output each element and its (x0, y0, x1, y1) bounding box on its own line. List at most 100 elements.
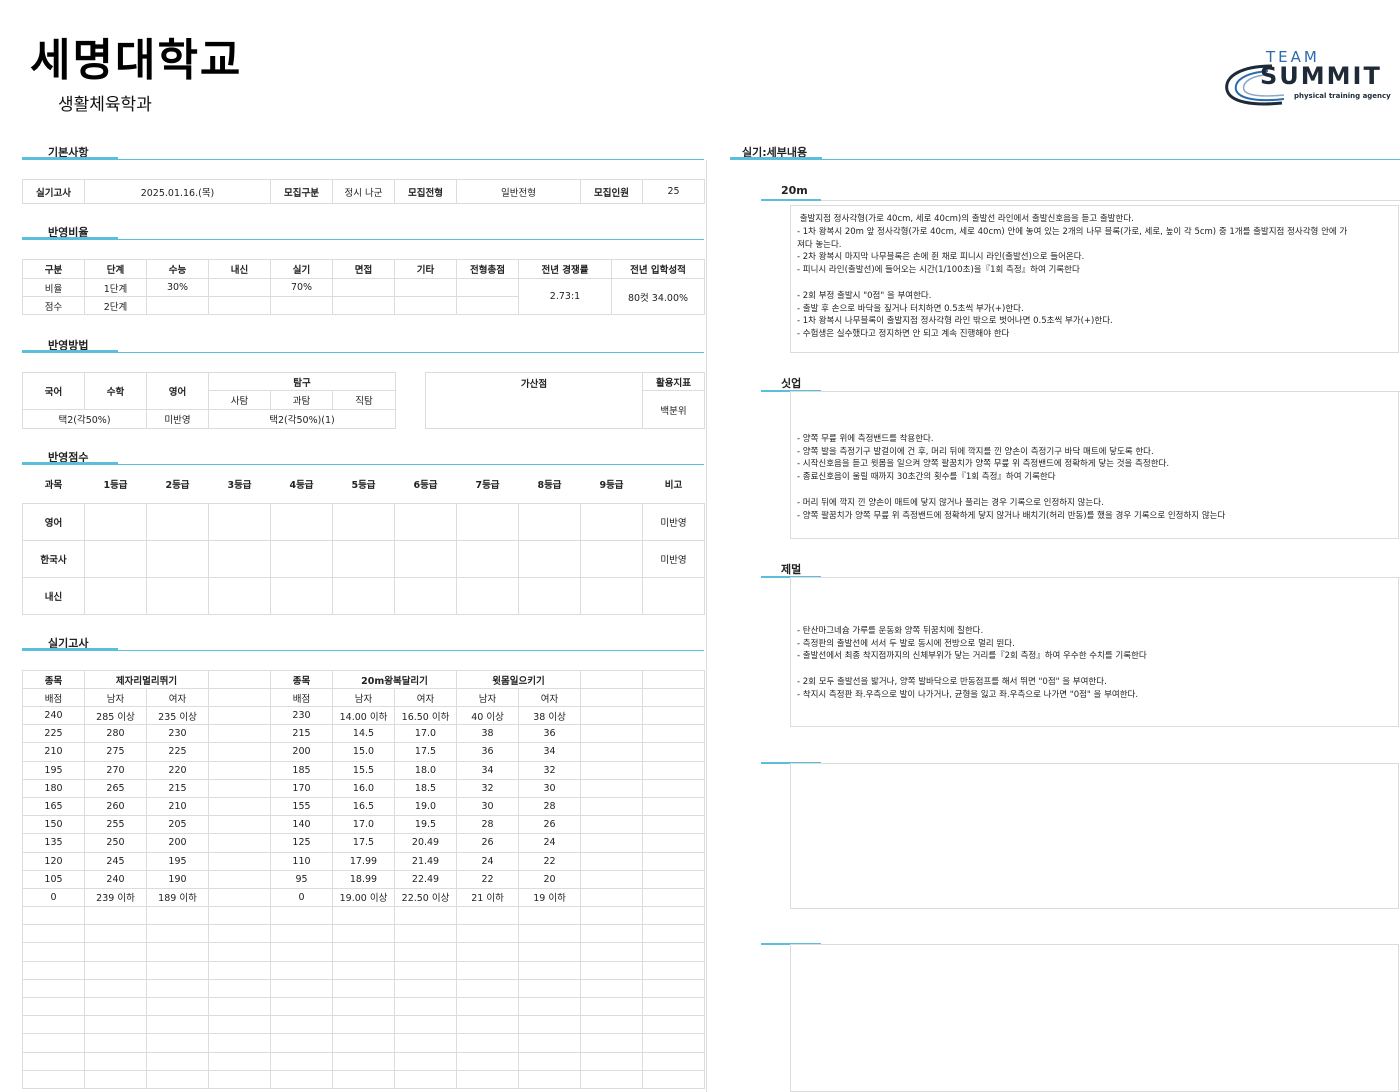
detail-line: - 측정판의 출발선에 서서 두 발로 동시에 전방으로 멀리 뛴다. (797, 638, 1015, 649)
exam-cell: 22.49 (393, 869, 458, 889)
exam-cell: 16.5 (332, 796, 395, 817)
exam-cell: 17.5 (332, 833, 395, 853)
section-line (730, 159, 1400, 160)
exam-cell: 28 (518, 796, 582, 817)
method-inquiry: 탐구 (207, 372, 397, 391)
detail-line: - 2회 부정 출발시 "0점" 을 부여한다. (797, 290, 932, 301)
exam-cell: 0 (22, 887, 85, 908)
detail-line: - 탄산마그네슘 가루를 운동화 양쪽 뒤꿈치에 칠한다. (797, 625, 984, 636)
exam-cell: 215 (146, 778, 209, 798)
score-subject: 내신 (22, 576, 85, 615)
detail-line: - 1차 왕복시 20m 앞 정사각형(가로 40cm, 세로 40cm) 안에… (797, 226, 1348, 237)
exam-cell: 17.5 (393, 742, 458, 762)
exam-date-label: 실기고사 (22, 179, 85, 204)
detail-line: - 수험생은 실수했다고 정지하면 안 되고 계속 진행해야 한다 (797, 329, 1010, 340)
score-header: 6등급 (413, 480, 438, 492)
method-subject-table: 국어 수학 영어 탐구 사탐 과탐 직탐 택2(각50%) 미반영 택2(각50… (22, 372, 397, 429)
exam-cell: 110 (270, 851, 333, 871)
score-header: 5등급 (351, 480, 376, 492)
exam-cell: 19.00 이상 (332, 887, 395, 908)
exam-score-table: 종목 제자리멀리뛰기 종목 20m왕복달리기 윗몸일으키기 배점 남자 여자 배… (22, 670, 706, 1089)
university-title: 세명대학교 (30, 35, 243, 86)
quota-value: 25 (642, 179, 705, 204)
exam-cell: 30 (456, 796, 520, 817)
score-header-row: 과목 1등급 2등급 3등급 4등급 5등급 6등급 7등급 8등급 9등급 비… (23, 466, 705, 503)
exam-cell: 17.99 (332, 851, 395, 871)
exam-row: 210 275 225 200 15.0 17.5 36 34 (22, 742, 706, 762)
detail-line: - 착지시 측정판 좌.우측으로 발이 나가거나, 균형을 잃고 좌.우측으로 … (797, 689, 1139, 700)
detail-item-content: - 양쪽 무릎 위에 측정밴드를 착용한다. - 양쪽 발을 측정기구 발걸이에 … (790, 391, 1399, 539)
exam-cell: 18.99 (332, 869, 395, 889)
department-title: 생활체육학과 (58, 95, 152, 115)
exam-empty-row (22, 978, 706, 999)
ratio-cell: 비율 (22, 278, 85, 297)
exam-cell: 14.5 (332, 724, 395, 744)
exam-cell: 225 (22, 724, 85, 744)
ratio-header: 구분 (22, 259, 85, 279)
exam-cell: 220 (146, 760, 209, 780)
exam-cell: 155 (270, 796, 333, 817)
exam-cell: 26 (456, 833, 520, 853)
exam-cell: 200 (146, 833, 209, 853)
exam-row: 150 255 205 140 17.0 19.5 28 26 (22, 815, 706, 835)
exam-cell: 275 (84, 742, 147, 762)
exam-cell: 24 (518, 833, 582, 853)
exam-row: 195 270 220 185 15.5 18.0 34 32 (22, 760, 706, 780)
exam-cell: 150 (22, 815, 85, 835)
ratio-header: 전형총점 (456, 259, 519, 279)
exam-cell: 20.49 (393, 833, 458, 853)
ratio-header-row: 구분 단계 수능 내신 실기 면접 기타 전형총점 전년 경쟁률 전년 입학성적 (22, 259, 705, 279)
ratio-cell (456, 278, 519, 297)
ratio-cell: 70% (270, 278, 333, 297)
section-line (22, 352, 704, 353)
exam-head: 윗몸일으키기 (456, 670, 582, 689)
exam-cell: 19.0 (393, 796, 458, 817)
exam-cell: 180 (22, 778, 85, 798)
column-divider (706, 160, 708, 1092)
score-note: 미반영 (642, 539, 705, 578)
exam-cell: 38 이상 (518, 705, 582, 726)
detail-item-tick (761, 199, 821, 201)
logo-subtitle: physical training agency (1294, 92, 1391, 100)
score-row: 영어 미반영 (22, 502, 705, 541)
method-bonus: 가산점 (425, 372, 643, 429)
score-header: 1등급 (103, 480, 128, 492)
exam-sub: 여자 (146, 688, 209, 707)
exam-cell: 255 (84, 815, 147, 835)
ratio-header: 내신 (208, 259, 271, 279)
exam-row: 225 280 230 215 14.5 17.0 38 36 (22, 724, 706, 744)
detail-item-content: - 탄산마그네슘 가루를 운동화 양쪽 뒤꿈치에 칠한다. - 측정판의 출발선에… (790, 577, 1399, 727)
ratio-header: 실기 (270, 259, 333, 279)
ratio-header: 전년 입학성적 (611, 259, 705, 279)
exam-cell: 17.0 (393, 724, 458, 744)
basic-info-table: 실기고사 2025.01.16.(목) 모집구분 정시 나군 모집전형 일반전형… (22, 179, 705, 204)
detail-line: 져다 놓는다. (797, 239, 842, 250)
exam-cell: 24 (456, 851, 520, 871)
method-inq-value: 택2(각50%)(1) (207, 409, 397, 429)
exam-cell: 185 (270, 760, 333, 780)
exam-cell: 235 이상 (146, 705, 209, 726)
method-korean: 국어 (22, 372, 85, 410)
score-note (642, 576, 705, 615)
exam-cell: 34 (456, 760, 520, 780)
exam-cell: 21.49 (393, 851, 458, 871)
detail-line: 출발지점 정사각형(가로 40cm, 세로 40cm)의 출발선 라인에서 출발… (797, 214, 1134, 224)
exam-row: 180 265 215 170 16.0 18.5 32 30 (22, 778, 706, 798)
exam-cell: 38 (456, 724, 520, 744)
exam-cell: 165 (22, 796, 85, 817)
exam-row: 105 240 190 95 18.99 22.49 22 20 (22, 869, 706, 889)
ratio-header: 면접 (332, 259, 395, 279)
method-bonus-table: 가산점 활용지표 백분위 (425, 372, 705, 429)
ratio-cell (208, 296, 271, 315)
section-line (22, 650, 704, 651)
exam-cell: 285 이상 (84, 705, 147, 726)
detail-item-title: 20m (781, 184, 808, 197)
exam-cell: 195 (22, 760, 85, 780)
detail-empty-box (790, 944, 1399, 1092)
exam-sub: 배점 (22, 688, 85, 707)
exam-cell: 105 (22, 869, 85, 889)
logo-summit-text: SUMMIT (1260, 62, 1382, 90)
exam-empty-row (22, 1033, 706, 1053)
detail-line (797, 420, 1392, 433)
recruit-type-label: 모집구분 (270, 179, 333, 204)
